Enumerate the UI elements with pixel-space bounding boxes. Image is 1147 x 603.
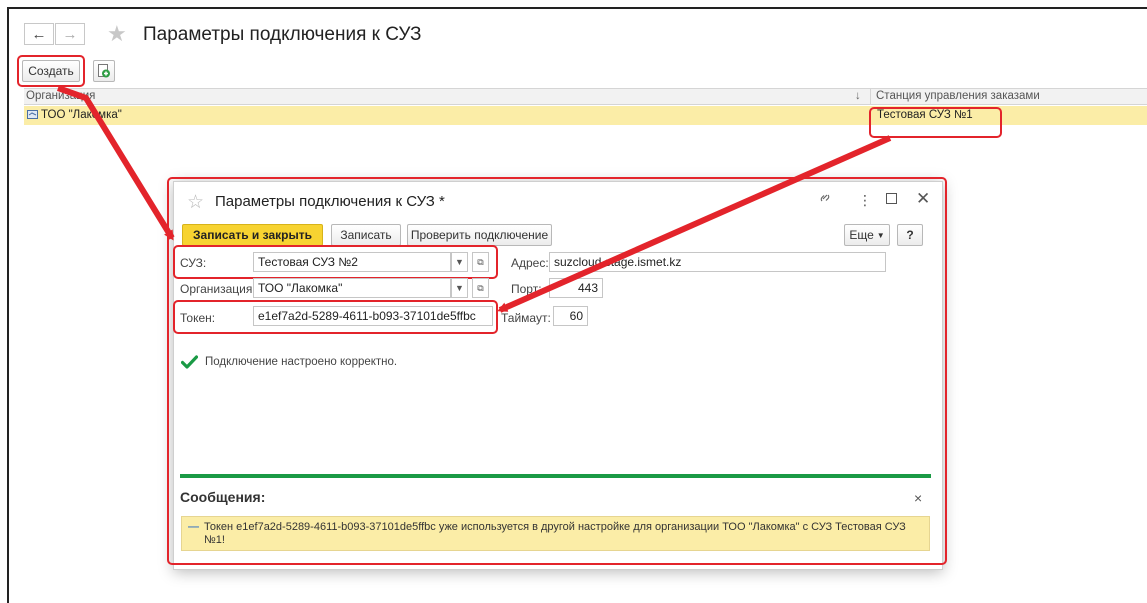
arrow-create-to-suz [56,85,175,241]
arrow-station-to-token [497,135,892,313]
annotation-arrows [56,85,892,313]
